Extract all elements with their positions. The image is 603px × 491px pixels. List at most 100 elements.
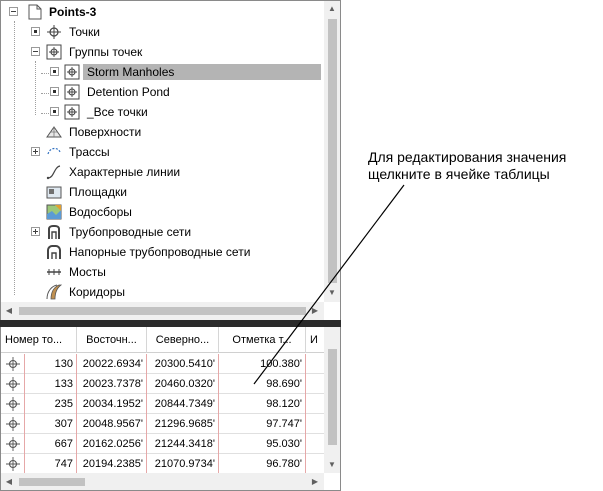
feature-line-icon bbox=[46, 165, 61, 180]
scrollbar-thumb[interactable] bbox=[19, 307, 306, 315]
point-group-icon bbox=[64, 64, 80, 80]
column-header-northing[interactable]: Северно... bbox=[147, 327, 219, 353]
tree-node-catchments[interactable]: Водосборы bbox=[1, 202, 324, 222]
table-cell[interactable]: 100.380' bbox=[219, 354, 306, 374]
expand-toggle[interactable] bbox=[50, 107, 59, 116]
tree-node-root[interactable]: Points-3 bbox=[1, 2, 324, 22]
table-cell[interactable]: 130 bbox=[25, 354, 77, 374]
drawing-document-icon bbox=[28, 4, 42, 20]
table-row[interactable]: 130 20022.6934' 20300.5410' 100.380' bbox=[1, 354, 324, 374]
scroll-up-arrow-icon[interactable]: ▲ bbox=[324, 1, 340, 17]
table-cell[interactable]: 98.690' bbox=[219, 374, 306, 394]
row-point-icon-cell bbox=[1, 374, 25, 394]
expand-toggle[interactable] bbox=[31, 227, 40, 236]
point-icon bbox=[5, 377, 20, 391]
grid-horizontal-scrollbar[interactable]: ◀ ▶ bbox=[1, 473, 324, 490]
expand-toggle[interactable] bbox=[31, 147, 40, 156]
tree-node-corridors[interactable]: Коридоры bbox=[1, 282, 324, 302]
point-icon bbox=[5, 397, 20, 411]
table-header: Номер то... Восточн... Северно... Отметк… bbox=[1, 327, 324, 353]
table-cell[interactable]: 20194.2385' bbox=[77, 454, 147, 473]
column-header-elevation[interactable]: Отметка т... bbox=[219, 327, 306, 353]
table-cell[interactable]: 20300.5410' bbox=[147, 354, 219, 374]
tree-view: Points-3 Точки Группы точек Storm Manhol… bbox=[1, 1, 324, 302]
tree-node-label: Detention Pond bbox=[87, 85, 170, 99]
pressure-network-icon bbox=[47, 245, 61, 259]
scrollbar-thumb[interactable] bbox=[328, 19, 337, 283]
table-row[interactable]: 667 20162.0256' 21244.3418' 95.030' bbox=[1, 434, 324, 454]
column-header-easting[interactable]: Восточн... bbox=[77, 327, 147, 353]
table-cell[interactable]: 20460.0320' bbox=[147, 374, 219, 394]
table-row[interactable]: 235 20034.1952' 20844.7349' 98.120' bbox=[1, 394, 324, 414]
table-cell[interactable]: 747 bbox=[25, 454, 77, 473]
tree-node-label: Трубопроводные сети bbox=[69, 225, 192, 239]
scrollbar-thumb[interactable] bbox=[19, 478, 85, 486]
table-cell[interactable]: 98.120' bbox=[219, 394, 306, 414]
tree-vertical-scrollbar[interactable]: ▲ ▼ bbox=[324, 1, 340, 302]
table-cell[interactable]: 20022.6934' bbox=[77, 354, 147, 374]
tree-node-bridges[interactable]: Мосты bbox=[1, 262, 324, 282]
scroll-left-arrow-icon[interactable]: ◀ bbox=[1, 303, 17, 319]
table-cell[interactable]: 21244.3418' bbox=[147, 434, 219, 454]
collapse-toggle[interactable] bbox=[31, 47, 40, 56]
tree-node-pressure-networks[interactable]: Напорные трубопроводные сети bbox=[1, 242, 324, 262]
tree-node-storm-manholes[interactable]: Storm Manholes bbox=[1, 62, 324, 82]
tree-node-label: Группы точек bbox=[69, 45, 143, 59]
expand-toggle[interactable] bbox=[50, 67, 59, 76]
scroll-right-arrow-icon[interactable]: ▶ bbox=[307, 474, 323, 490]
table-cell[interactable]: 667 bbox=[25, 434, 77, 454]
expand-toggle[interactable] bbox=[31, 27, 40, 36]
tree-node-pipe-networks[interactable]: Трубопроводные сети bbox=[1, 222, 324, 242]
table-cell[interactable]: 20034.1952' bbox=[77, 394, 147, 414]
tree-node-point-groups[interactable]: Группы точек bbox=[1, 42, 324, 62]
table-cell[interactable]: 133 bbox=[25, 374, 77, 394]
tree-node-all-points[interactable]: _Все точки bbox=[1, 102, 324, 122]
row-point-icon-cell bbox=[1, 414, 25, 434]
tree-node-detention-pond[interactable]: Detention Pond bbox=[1, 82, 324, 102]
panel-splitter[interactable] bbox=[0, 320, 341, 327]
point-icon bbox=[47, 25, 61, 39]
column-header-next[interactable]: И bbox=[306, 327, 324, 353]
table-cell[interactable]: 20023.7378' bbox=[77, 374, 147, 394]
tree-node-label: _Все точки bbox=[87, 105, 148, 119]
tree-node-points[interactable]: Точки bbox=[1, 22, 324, 42]
table-row[interactable]: 747 20194.2385' 21070.9734' 96.780' bbox=[1, 454, 324, 473]
tree-node-feature-lines[interactable]: Характерные линии bbox=[1, 162, 324, 182]
table-cell[interactable]: 20844.7349' bbox=[147, 394, 219, 414]
table-cell[interactable]: 307 bbox=[25, 414, 77, 434]
point-icon bbox=[5, 417, 20, 431]
table-cell[interactable]: 20048.9567' bbox=[77, 414, 147, 434]
expand-toggle[interactable] bbox=[50, 87, 59, 96]
table-cell[interactable]: 96.780' bbox=[219, 454, 306, 473]
tree-node-label: Напорные трубопроводные сети bbox=[69, 245, 251, 259]
tree-node-label: Поверхности bbox=[69, 125, 142, 139]
scroll-down-arrow-icon[interactable]: ▼ bbox=[324, 457, 340, 473]
tree-node-sites[interactable]: Площадки bbox=[1, 182, 324, 202]
column-header-point-number[interactable]: Номер то... bbox=[1, 327, 77, 353]
tree-horizontal-scrollbar[interactable]: ◀ ▶ bbox=[1, 302, 324, 320]
table-cell[interactable]: 235 bbox=[25, 394, 77, 414]
scrollbar-thumb[interactable] bbox=[328, 349, 337, 445]
table-cell[interactable]: 21070.9734' bbox=[147, 454, 219, 473]
site-icon bbox=[46, 186, 62, 199]
scroll-down-arrow-icon[interactable]: ▼ bbox=[324, 285, 340, 301]
alignment-icon bbox=[47, 147, 61, 155]
table-cell[interactable]: 97.747' bbox=[219, 414, 306, 434]
scroll-right-arrow-icon[interactable]: ▶ bbox=[307, 303, 323, 319]
collapse-toggle[interactable] bbox=[9, 7, 18, 16]
scroll-left-arrow-icon[interactable]: ◀ bbox=[1, 474, 17, 490]
table-cell[interactable]: 95.030' bbox=[219, 434, 306, 454]
table-cell[interactable]: 21296.9685' bbox=[147, 414, 219, 434]
tree-node-alignments[interactable]: Трассы bbox=[1, 142, 324, 162]
tree-node-label: Коридоры bbox=[69, 285, 126, 299]
table-cell[interactable]: 20162.0256' bbox=[77, 434, 147, 454]
grid-vertical-scrollbar[interactable]: ▼ bbox=[324, 327, 340, 473]
table-row[interactable]: 133 20023.7378' 20460.0320' 98.690' bbox=[1, 374, 324, 394]
callout-line-1: Для редактирования значения bbox=[368, 149, 567, 165]
point-icon bbox=[5, 457, 20, 471]
tree-node-surfaces[interactable]: Поверхности bbox=[1, 122, 324, 142]
corridor-icon bbox=[46, 284, 62, 300]
row-point-icon-cell bbox=[1, 454, 25, 473]
table-row[interactable]: 307 20048.9567' 21296.9685' 97.747' bbox=[1, 414, 324, 434]
callout-note: Для редактирования значения щелкните в я… bbox=[368, 149, 598, 183]
